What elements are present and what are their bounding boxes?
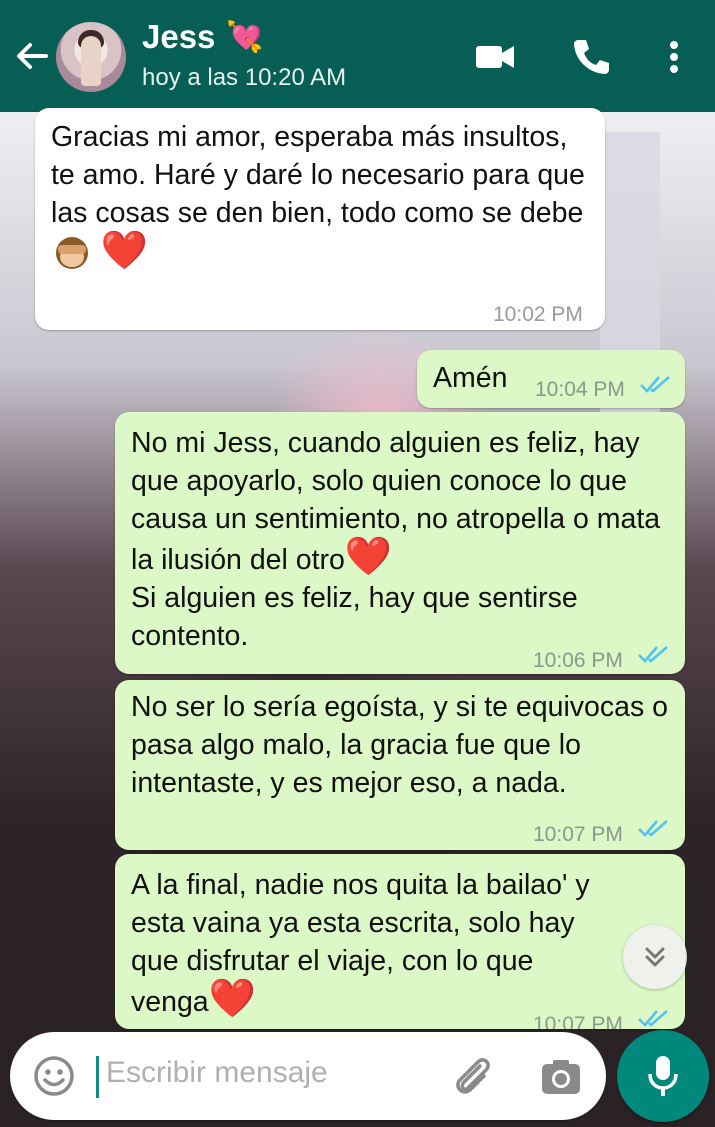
- message-body-continuation: Si alguien es feliz, hay que sentirse co…: [131, 582, 578, 652]
- text-cursor: [96, 1056, 99, 1098]
- message-text: No mi Jess, cuando alguien es feliz, hay…: [131, 424, 671, 655]
- see-no-evil-monkey-icon: [56, 237, 88, 269]
- mic-button[interactable]: [617, 1030, 709, 1122]
- scroll-to-bottom-button[interactable]: [623, 925, 687, 989]
- message-time: 10:07 PM: [533, 1013, 623, 1029]
- message-time: 10:02 PM: [493, 303, 583, 326]
- chat-header: Jess 💘 hoy a las 10:20 AM: [0, 0, 715, 112]
- message-text: No ser lo sería egoísta, y si te equivoc…: [131, 688, 671, 802]
- message-bubble-outgoing[interactable]: No mi Jess, cuando alguien es feliz, hay…: [115, 412, 685, 674]
- red-heart-emoji: ❤️: [100, 230, 149, 272]
- double-chevron-down-icon: [645, 947, 665, 967]
- mic-icon: [648, 1056, 678, 1096]
- red-heart-emoji: ❤️: [208, 978, 256, 1020]
- message-body: Amén: [433, 362, 508, 394]
- message-composer: Escribir mensaje: [10, 1032, 606, 1120]
- message-text: Gracias mi amor, esperaba más insultos, …: [51, 118, 596, 273]
- message-bubble-incoming[interactable]: Gracias mi amor, esperaba más insultos, …: [35, 108, 605, 330]
- last-seen-status: hoy a las 10:20 AM: [142, 64, 347, 91]
- contact-name[interactable]: Jess: [142, 18, 215, 56]
- avatar[interactable]: [56, 22, 126, 92]
- read-ticks-icon: [638, 646, 668, 663]
- video-call-icon[interactable]: [472, 34, 518, 80]
- more-vert-icon[interactable]: [654, 34, 694, 80]
- phone-icon[interactable]: [568, 34, 614, 80]
- emoji-icon[interactable]: [32, 1054, 76, 1098]
- attach-icon[interactable]: [450, 1052, 496, 1098]
- heart-arrow-emoji: 💘: [226, 21, 264, 54]
- message-time: 10:04 PM: [535, 378, 625, 401]
- message-body: No mi Jess, cuando alguien es feliz, hay…: [131, 427, 661, 576]
- red-heart-emoji: ❤️: [344, 536, 393, 578]
- message-body: Gracias mi amor, esperaba más insultos, …: [51, 121, 585, 229]
- message-text: A la final, nadie nos quita la bailao' y…: [131, 866, 611, 1021]
- read-ticks-icon: [638, 820, 668, 837]
- message-time: 10:06 PM: [533, 649, 623, 672]
- message-input[interactable]: Escribir mensaje: [106, 1056, 328, 1090]
- message-bubble-outgoing[interactable]: A la final, nadie nos quita la bailao' y…: [115, 854, 685, 1029]
- message-bubble-outgoing[interactable]: Amén 10:04 PM: [417, 350, 685, 408]
- read-ticks-icon: [640, 376, 670, 393]
- read-ticks-icon: [638, 1010, 668, 1027]
- message-body: A la final, nadie nos quita la bailao' y…: [131, 869, 590, 1018]
- camera-icon[interactable]: [538, 1054, 584, 1100]
- message-body: No ser lo sería egoísta, y si te equivoc…: [131, 691, 669, 799]
- message-time: 10:07 PM: [533, 823, 623, 846]
- avatar-figure: [81, 36, 101, 86]
- back-arrow-icon[interactable]: [12, 36, 52, 76]
- message-bubble-outgoing[interactable]: No ser lo sería egoísta, y si te equivoc…: [115, 680, 685, 850]
